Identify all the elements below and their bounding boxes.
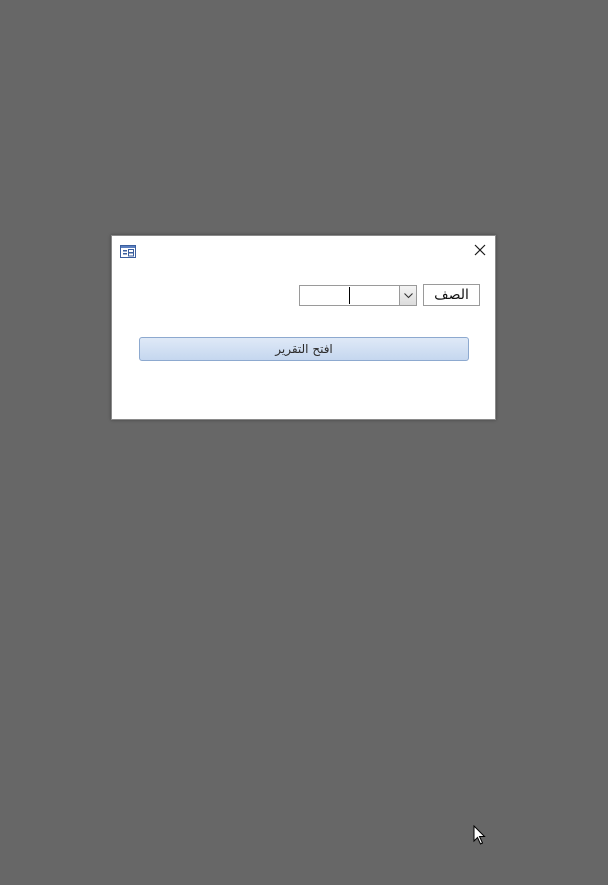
class-label: الصف	[423, 284, 480, 306]
chevron-down-icon	[403, 292, 413, 298]
text-caret	[349, 287, 350, 304]
form-icon	[120, 243, 136, 258]
class-combobox-dropdown-button[interactable]	[399, 286, 416, 305]
report-dialog: الصف افتح التقرير	[111, 235, 496, 420]
close-button[interactable]	[471, 241, 489, 259]
open-report-button[interactable]: افتح التقرير	[139, 337, 469, 361]
close-icon	[474, 244, 486, 256]
mouse-pointer-icon	[473, 824, 487, 847]
class-combobox[interactable]	[299, 285, 417, 306]
